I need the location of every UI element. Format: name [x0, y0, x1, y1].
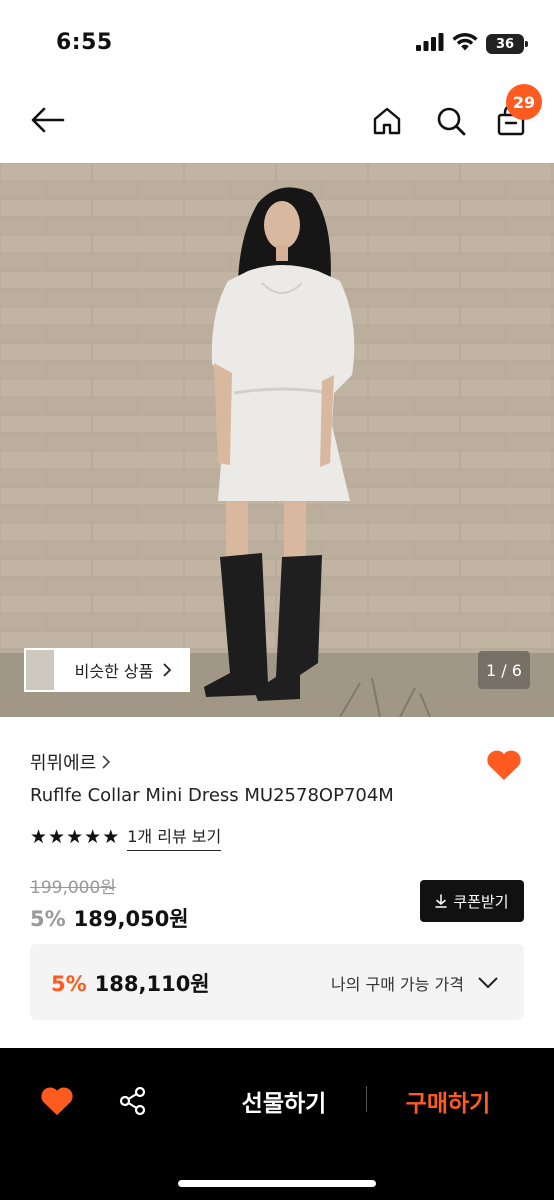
- download-icon: [435, 894, 448, 908]
- share-button[interactable]: [114, 1082, 152, 1120]
- bottom-action-bar: 선물하기 구매하기: [0, 1048, 554, 1200]
- image-counter: 1 / 6: [478, 651, 530, 689]
- price-value: 189,050원: [73, 907, 189, 931]
- discount-percent: 5%: [30, 907, 66, 931]
- wifi-icon: [452, 33, 478, 55]
- status-bar: 6:55 36: [0, 0, 554, 88]
- my-price: 5% 188,110원: [51, 968, 210, 998]
- cart-count-badge: 29: [506, 84, 542, 120]
- search-button[interactable]: [430, 100, 472, 142]
- product-name: Ruflfe Collar Mini Dress MU2578OP704M: [30, 785, 394, 806]
- coupon-button[interactable]: 쿠폰받기: [420, 880, 524, 922]
- heart-icon: [487, 750, 521, 780]
- rating-row: ★ ★ ★ ★ ★ 1개 리뷰 보기: [30, 823, 222, 851]
- my-price-dropdown[interactable]: 5% 188,110원 나의 구매 가능 가격: [30, 944, 524, 1020]
- rating-stars: ★ ★ ★ ★ ★: [30, 825, 120, 848]
- coupon-label: 쿠폰받기: [453, 892, 509, 911]
- signal-icon: [416, 33, 444, 55]
- star-icon: ★: [102, 825, 120, 848]
- buy-button[interactable]: 구매하기: [384, 1082, 512, 1120]
- action-divider: [366, 1086, 367, 1112]
- chevron-down-icon: [478, 977, 498, 989]
- star-icon: ★: [66, 825, 84, 848]
- bottom-like-button[interactable]: [38, 1082, 76, 1120]
- nav-bar: 29: [0, 84, 554, 160]
- product-image[interactable]: 비슷한 상품 1 / 6: [0, 163, 554, 717]
- similar-products-thumbnail[interactable]: [24, 648, 56, 692]
- home-indicator: [178, 1180, 376, 1187]
- my-price-label: 나의 구매 가능 가격: [330, 975, 464, 994]
- my-price-value: 188,110원: [94, 972, 210, 996]
- star-icon: ★: [30, 825, 48, 848]
- similar-products-label: 비슷한 상품: [74, 662, 154, 681]
- like-button[interactable]: [484, 745, 524, 785]
- review-link[interactable]: 1개 리뷰 보기: [127, 823, 222, 851]
- sale-price: 5% 189,050원: [30, 903, 189, 933]
- back-button[interactable]: [28, 100, 68, 140]
- home-icon: [373, 107, 401, 135]
- gift-button[interactable]: 선물하기: [220, 1082, 348, 1120]
- chevron-right-icon: [163, 663, 172, 677]
- chevron-right-icon: [102, 755, 111, 769]
- product-info: 뮈뮈에르 Ruflfe Collar Mini Dress MU2578OP70…: [0, 717, 554, 1047]
- status-time: 6:55: [56, 30, 113, 55]
- original-price: 199,000원: [30, 878, 116, 898]
- home-button[interactable]: [366, 100, 408, 142]
- my-price-toggle[interactable]: 나의 구매 가능 가격: [331, 971, 498, 995]
- arrow-left-icon: [31, 107, 65, 133]
- star-icon: ★: [48, 825, 66, 848]
- search-icon: [437, 107, 466, 136]
- product-photo: [0, 163, 554, 717]
- battery-icon: 36: [486, 34, 528, 54]
- brand-link[interactable]: 뮈뮈에르: [30, 749, 111, 775]
- my-discount-percent: 5%: [51, 972, 87, 996]
- heart-icon: [41, 1087, 73, 1116]
- similar-products-button[interactable]: 비슷한 상품: [56, 648, 190, 692]
- star-icon: ★: [84, 825, 102, 848]
- share-icon: [119, 1086, 146, 1116]
- status-icons: 36: [416, 33, 528, 55]
- brand-name: 뮈뮈에르: [30, 753, 97, 774]
